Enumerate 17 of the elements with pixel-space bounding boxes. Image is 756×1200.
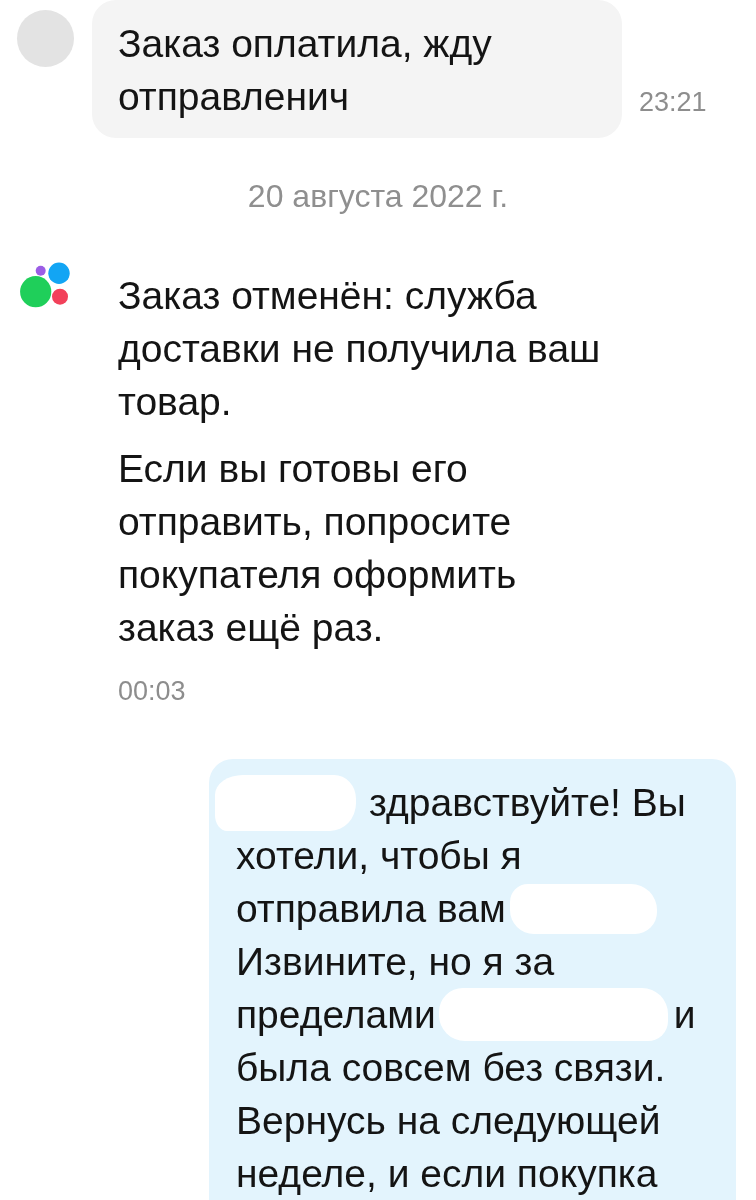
message-text: Заказ отменён: служба доставки не получила ваш товар.: [118, 273, 602, 425]
message-time: 00:03: [118, 676, 186, 706]
message-text: хотели, чтобы я: [236, 833, 522, 879]
message-text: Заказ оплатила, жду отправленич: [118, 21, 493, 120]
message-text: пределами: [236, 992, 436, 1038]
message-text: отправила вам: [236, 886, 506, 932]
date-divider: 20 августа 2022 г.: [247, 178, 509, 214]
message-text: неделе, и если покупка: [236, 1151, 658, 1197]
message-text: Вернусь на следующей: [236, 1098, 661, 1144]
message-text: здравствуйте! Вы: [369, 780, 686, 826]
avatar-placeholder: [17, 10, 74, 67]
message-text: Извините, но я за: [236, 939, 555, 985]
message-text: Если вы готовы его отправить, попросите покупателя оформить заказ ещё раз.: [118, 446, 518, 651]
message-time: 23:21: [639, 87, 707, 117]
dots-logo-icon: [20, 262, 70, 308]
message-text: была совсем без связи.: [236, 1045, 666, 1091]
message-text: и: [673, 992, 696, 1038]
